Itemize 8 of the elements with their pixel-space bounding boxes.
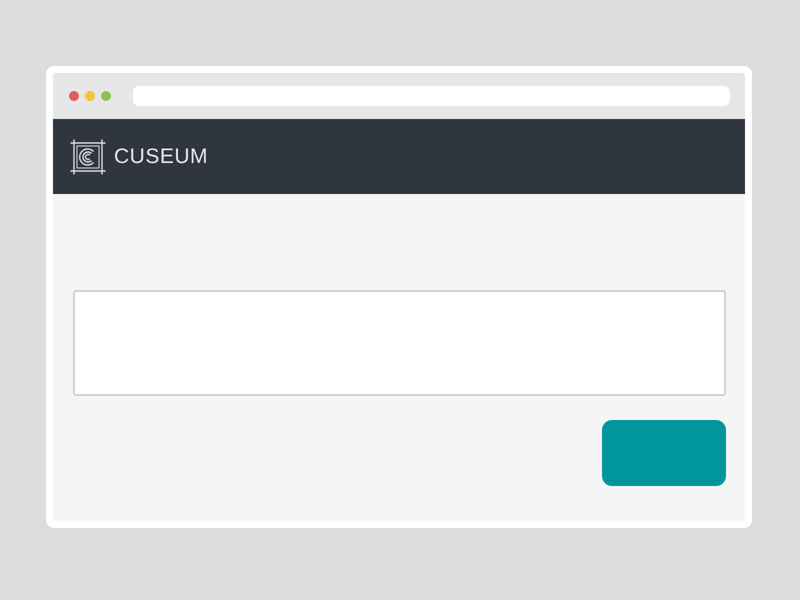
- address-bar[interactable]: [133, 86, 730, 106]
- window-dot-icon[interactable]: [69, 91, 79, 101]
- text-field[interactable]: [73, 290, 726, 396]
- brand-name: CUSEUM: [114, 146, 208, 167]
- logo-icon: [70, 138, 106, 174]
- window-dot-icon[interactable]: [85, 91, 95, 101]
- window-dot-icon[interactable]: [101, 91, 111, 101]
- action-button[interactable]: [602, 420, 726, 486]
